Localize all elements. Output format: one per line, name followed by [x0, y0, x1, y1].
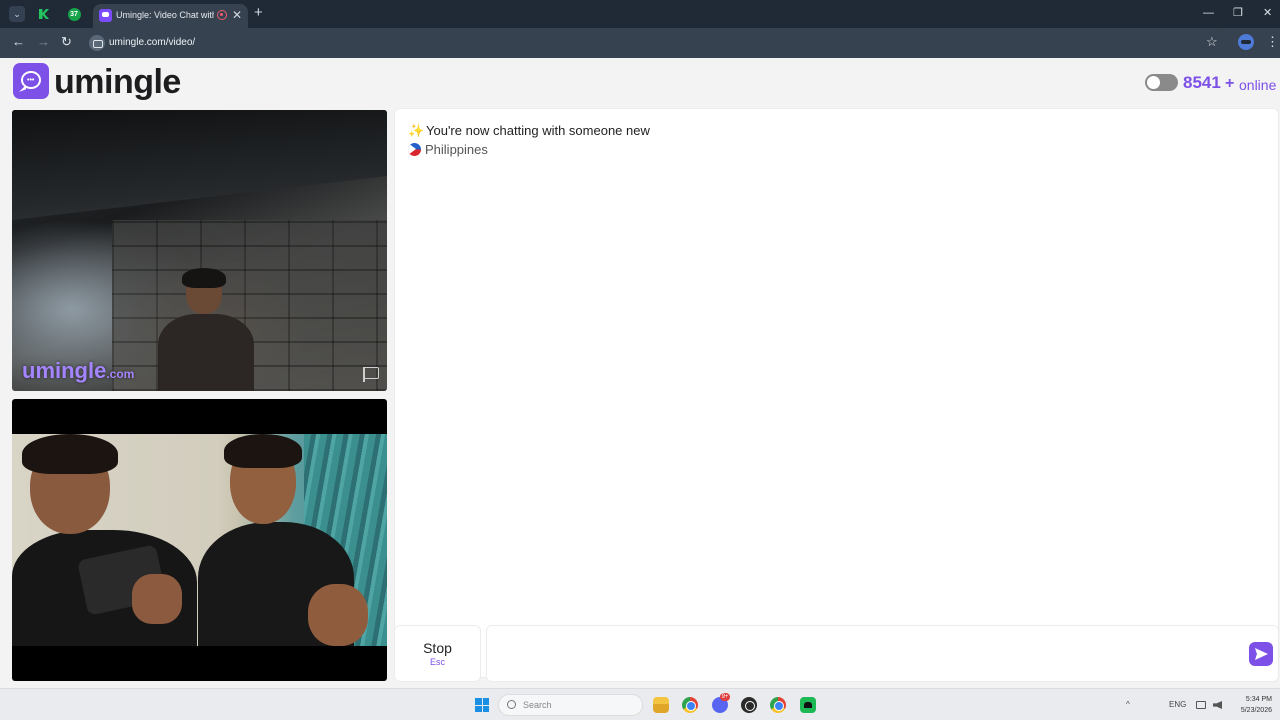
stop-button[interactable]: Stop Esc [395, 626, 480, 681]
system-clock[interactable]: 5:34 PM 5/23/2026 [1232, 694, 1272, 716]
kick-icon [39, 9, 49, 19]
watermark-suffix: .com [106, 367, 135, 381]
online-label: online [1239, 77, 1277, 93]
stranger-video: umingle.com [12, 110, 387, 391]
self-person-2-hair [224, 434, 302, 468]
self-video [12, 399, 387, 681]
pinned-tab-kick[interactable] [36, 6, 52, 22]
watermark-main: umingle [22, 358, 107, 383]
maximize-button[interactable]: ❐ [1233, 5, 1243, 21]
umingle-page: ••• umingle 8541 + online umingle.com ✨ … [0, 58, 1280, 688]
window-close-button[interactable]: ✕ [1263, 5, 1272, 21]
search-icon [507, 700, 516, 709]
browser-tab-bar: ⌄ 37 Umingle: Video Chat with S ✕ + — ❐ … [0, 0, 1280, 28]
stop-button-label: Stop [423, 640, 452, 656]
stranger-country: Philippines [408, 142, 488, 158]
philippines-flag-icon [408, 143, 421, 156]
report-flag-icon[interactable] [362, 366, 379, 382]
logo-dots: ••• [27, 77, 35, 84]
tab-umingle[interactable]: Umingle: Video Chat with S ✕ [93, 4, 248, 28]
self-camera-frame [12, 434, 387, 646]
online-count: 8541 [1183, 73, 1221, 92]
windows-taskbar: Search 9+ ^ ENG 5:34 PM 5/23/2026 [0, 688, 1280, 720]
tab-title: Umingle: Video Chat with S [116, 10, 214, 20]
clock-date: 5/23/2026 [1240, 707, 1272, 714]
address-bar[interactable]: umingle.com/video/ ☆ [86, 31, 1230, 55]
tab-close-button[interactable]: ✕ [232, 7, 242, 23]
stranger-person-body [158, 314, 254, 391]
back-button[interactable]: ← [12, 34, 25, 50]
site-info-icon[interactable] [89, 35, 105, 51]
umingle-logo-icon[interactable]: ••• [13, 63, 49, 99]
network-icon[interactable] [1196, 701, 1206, 709]
chat-log: ✨ You're now chatting with someone new Ph… [395, 109, 1278, 677]
forward-button[interactable]: → [37, 34, 50, 50]
video-watermark: umingle.com [22, 358, 134, 387]
taskbar-search[interactable]: Search [498, 694, 643, 716]
tab-search-icon[interactable]: ⌄ [9, 6, 25, 22]
new-tab-button[interactable]: + [254, 5, 263, 21]
self-person-1-hair [22, 434, 118, 474]
browser-menu-icon[interactable]: ⋮ [1266, 35, 1279, 49]
pinned-tab-2[interactable]: 37 [66, 6, 82, 22]
umingle-favicon-icon [99, 9, 112, 22]
discord-badge: 9+ [720, 693, 730, 701]
chat-status-text: You're now chatting with someone new [426, 123, 650, 138]
online-plus: + [1225, 75, 1235, 92]
video-scene-ceiling [12, 110, 387, 220]
profile-avatar-icon[interactable] [1238, 34, 1254, 50]
android-app-icon[interactable] [800, 697, 816, 713]
stop-button-shortcut: Esc [429, 657, 445, 667]
pinned-tab-badge: 37 [67, 7, 81, 21]
self-person-1-hand [132, 574, 182, 624]
send-icon[interactable] [1249, 642, 1273, 666]
reload-button[interactable]: ↻ [61, 34, 72, 50]
clock-time: 5:34 PM [1245, 696, 1272, 703]
message-input[interactable] [487, 626, 1278, 681]
country-name: Philippines [425, 142, 488, 157]
chrome-icon[interactable] [682, 697, 698, 713]
obs-icon[interactable] [741, 697, 757, 713]
chat-bubble-icon: ••• [21, 71, 41, 89]
toggle-knob [1147, 76, 1160, 89]
logo-wordmark[interactable]: umingle [54, 63, 181, 101]
taskbar-search-text: Search [523, 700, 552, 710]
chrome-icon-2[interactable] [770, 697, 786, 713]
stranger-person-hair [182, 268, 226, 288]
chat-status-message: ✨ You're now chatting with someone new [408, 123, 650, 139]
self-person-2-arm [308, 584, 368, 646]
bookmark-star-icon[interactable]: ☆ [1206, 34, 1218, 50]
tray-chevron-icon[interactable]: ^ [1126, 699, 1130, 711]
browser-toolbar: ← → ↻ umingle.com/video/ ☆ [0, 28, 1280, 58]
minimize-button[interactable]: — [1203, 5, 1214, 21]
volume-icon[interactable] [1213, 701, 1222, 709]
language-indicator[interactable]: ENG [1169, 699, 1186, 711]
theme-toggle[interactable] [1145, 74, 1178, 91]
windows-start-icon[interactable] [475, 698, 489, 712]
url-text: umingle.com/video/ [109, 37, 196, 48]
file-explorer-icon[interactable] [653, 697, 669, 713]
recording-indicator-icon [217, 10, 227, 20]
sparkle-icon: ✨ [408, 123, 425, 138]
